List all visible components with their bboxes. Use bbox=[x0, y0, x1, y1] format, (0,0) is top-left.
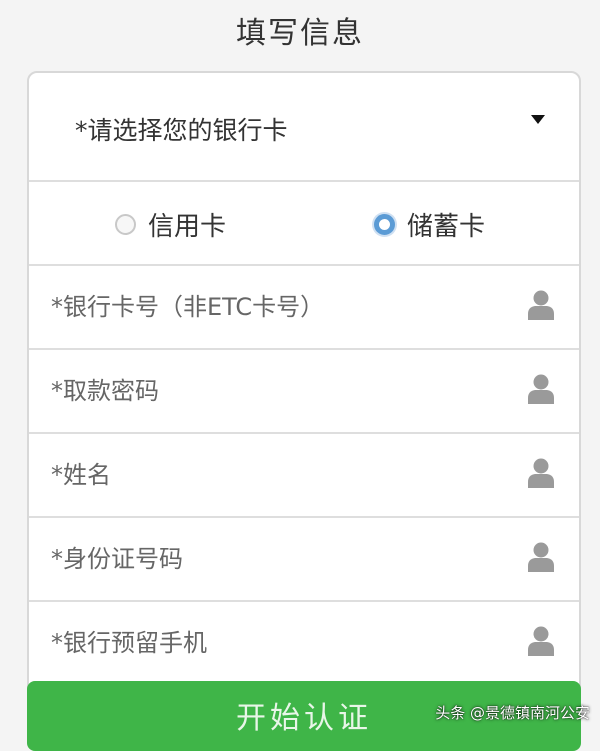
phone-input[interactable] bbox=[51, 622, 491, 664]
dropdown-caret-icon[interactable] bbox=[531, 115, 545, 124]
person-icon bbox=[528, 626, 554, 656]
field-row-card-number bbox=[29, 264, 579, 348]
radio-debit-card-circle[interactable] bbox=[374, 214, 395, 235]
page-header: 填写信息 bbox=[0, 0, 600, 60]
radio-credit-card-circle[interactable] bbox=[115, 214, 136, 235]
person-icon bbox=[528, 542, 554, 572]
field-row-name bbox=[29, 432, 579, 516]
radio-credit-card[interactable]: 信用卡 bbox=[115, 206, 226, 243]
page-title: 填写信息 bbox=[236, 16, 364, 51]
radio-credit-card-label: 信用卡 bbox=[148, 212, 227, 242]
watermark-text: 头条 @景德镇南河公安 bbox=[435, 704, 590, 722]
id-number-input[interactable] bbox=[51, 538, 491, 580]
bank-card-select[interactable]: *请选择您的银行卡 bbox=[29, 73, 579, 180]
person-icon bbox=[528, 374, 554, 404]
person-icon bbox=[528, 290, 554, 320]
field-row-id-number bbox=[29, 516, 579, 600]
field-row-password bbox=[29, 348, 579, 432]
withdrawal-password-input[interactable] bbox=[51, 370, 491, 412]
radio-debit-card-label: 储蓄卡 bbox=[407, 212, 486, 242]
bank-card-select-label: *请选择您的银行卡 bbox=[75, 116, 288, 145]
person-icon bbox=[528, 458, 554, 488]
name-input[interactable] bbox=[51, 454, 491, 496]
field-row-phone bbox=[29, 600, 579, 684]
radio-debit-card[interactable]: 储蓄卡 bbox=[374, 206, 485, 243]
form-card: *请选择您的银行卡 信用卡 储蓄卡 bbox=[27, 71, 581, 711]
card-type-radio-group: 信用卡 储蓄卡 bbox=[29, 180, 579, 264]
card-number-input[interactable] bbox=[51, 286, 491, 328]
